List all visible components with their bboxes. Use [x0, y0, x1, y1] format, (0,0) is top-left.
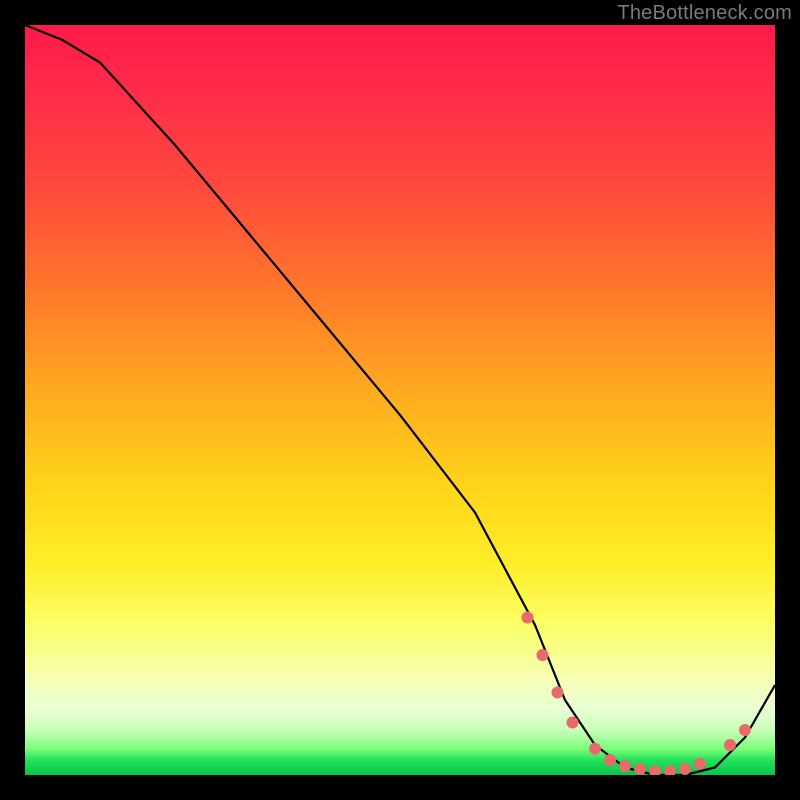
data-dot	[522, 612, 534, 624]
data-dot	[664, 765, 676, 775]
data-dot	[589, 743, 601, 755]
data-dots	[522, 612, 752, 776]
curve-svg	[25, 25, 775, 775]
data-dot	[694, 758, 706, 770]
data-dot	[537, 649, 549, 661]
data-dot	[604, 754, 616, 766]
data-dot	[739, 724, 751, 736]
chart-frame: TheBottleneck.com	[0, 0, 800, 800]
data-dot	[552, 687, 564, 699]
data-dot	[724, 739, 736, 751]
plot-area	[25, 25, 775, 775]
data-dot	[567, 717, 579, 729]
data-dot	[649, 765, 661, 775]
data-dot	[679, 763, 691, 775]
bottleneck-curve	[25, 25, 775, 775]
watermark-text: TheBottleneck.com	[617, 2, 792, 25]
data-dot	[619, 760, 631, 772]
data-dot	[634, 763, 646, 775]
